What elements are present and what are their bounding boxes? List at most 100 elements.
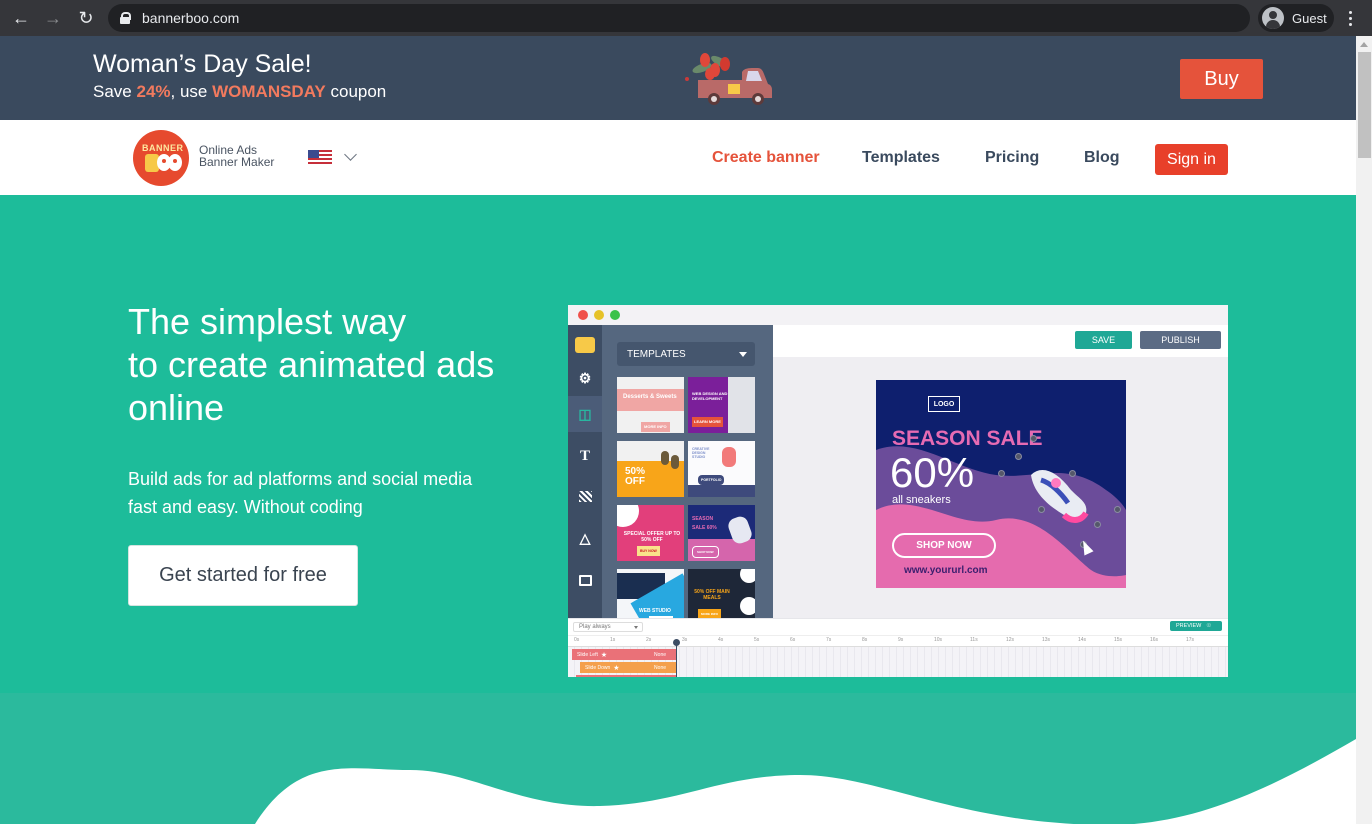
template-thumbnail[interactable]: WEB DESIGN AND DEVELOPMENT LEARN MORE xyxy=(688,377,755,433)
animation-clip[interactable]: Slide Left ★ None xyxy=(572,649,676,660)
promo-subtitle: Save 24%, use WOMANSDAY coupon xyxy=(93,82,386,102)
nav-templates[interactable]: Templates xyxy=(862,149,940,167)
hero-title-line: The simplest way xyxy=(128,301,407,342)
nav-blog[interactable]: Blog xyxy=(1084,149,1120,167)
ad-headline: SEASON SALE xyxy=(892,427,1043,450)
animation-clip[interactable] xyxy=(576,675,676,677)
timeline-tick-label: 6s xyxy=(790,637,796,643)
star-icon: ★ xyxy=(600,651,608,659)
templates-dropdown[interactable]: TEMPLATES xyxy=(617,342,755,366)
timeline-tick-label: 2s xyxy=(646,637,652,643)
star-icon: ★ xyxy=(613,664,620,672)
kebab-menu-icon[interactable] xyxy=(1342,6,1358,30)
transform-handle[interactable] xyxy=(1069,470,1076,477)
editor-tool-rail: ⚙ ◫ T △ xyxy=(568,325,602,618)
animation-clip[interactable]: Slide Down ★ None xyxy=(580,662,676,673)
us-flag-icon[interactable] xyxy=(308,150,332,164)
timeline-tick-label: 3s xyxy=(682,637,688,643)
nav-pricing[interactable]: Pricing xyxy=(985,149,1039,167)
clip-easing: None xyxy=(654,651,666,658)
promo-discount: 24% xyxy=(136,82,171,101)
timeline-playhead[interactable] xyxy=(673,639,680,677)
save-button[interactable]: SAVE xyxy=(1075,331,1132,349)
template-cta: SHOP NOW xyxy=(692,546,719,558)
template-title: SPECIAL OFFER UP TO 50% OFF xyxy=(623,531,681,543)
preview-label: PREVIEW xyxy=(1176,623,1202,629)
scrollbar-thumb[interactable] xyxy=(1358,52,1371,158)
transform-handle[interactable] xyxy=(1030,435,1037,442)
template-title: WEB STUDIO xyxy=(639,608,671,614)
arrow-left-icon: ← xyxy=(12,7,30,28)
timeline-tick-label: 9s xyxy=(898,637,904,643)
canvas-toolbar: SAVE PUBLISH xyxy=(773,325,1228,357)
scroll-up-arrow-icon[interactable] xyxy=(1360,42,1368,47)
mock-window-titlebar xyxy=(568,305,1228,325)
tagline: Online Ads Banner Maker xyxy=(199,144,274,168)
timeline-tick-label: 10s xyxy=(934,637,943,643)
template-cta: LEARN MORE xyxy=(692,417,723,427)
truck-illustration-icon xyxy=(685,53,772,105)
clip-name: Slide Left xyxy=(577,651,598,658)
forward-button[interactable]: → xyxy=(37,2,69,34)
bannerboo-logo[interactable]: BANNER xyxy=(133,130,189,186)
template-thumbnail[interactable]: 50% OFF MAIN MEALS MORE INFO xyxy=(688,569,755,625)
pattern-icon xyxy=(568,476,602,516)
vertical-scrollbar[interactable] xyxy=(1356,36,1372,824)
template-thumbnail[interactable]: CREATIVE DESIGN STUDIO PORTFOLIO xyxy=(688,441,755,497)
transform-handle[interactable] xyxy=(1015,453,1022,460)
url-text: bannerboo.com xyxy=(142,10,240,26)
transform-handle[interactable] xyxy=(1038,506,1045,513)
template-cta: PORTFOLIO xyxy=(698,475,725,485)
promo-coupon: WOMANSDAY xyxy=(212,82,326,101)
clip-name: Slide Down xyxy=(585,664,611,671)
logo-text: BANNER xyxy=(142,143,184,153)
timeline-ruler[interactable]: 0s 1s 2s 3s 4s 5s 6s 7s 8s 9s 10s 11s 12s 13s 14s 15s 16… xyxy=(568,635,1228,647)
ad-logo: LOGO xyxy=(928,396,960,412)
timeline-tick-label: 8s xyxy=(862,637,868,643)
timeline-tick-label: 13s xyxy=(1042,637,1051,643)
wave-divider xyxy=(255,739,1356,824)
template-thumbnail[interactable]: SPECIAL OFFER UP TO 50% OFF BUY NOW xyxy=(617,505,684,561)
timeline-tracks[interactable]: Slide Left ★ None Slide Down ★ None xyxy=(568,647,1228,677)
play-mode-select[interactable]: Play always xyxy=(573,622,643,632)
address-bar[interactable]: bannerboo.com xyxy=(108,4,1250,32)
ad-shop-now-button[interactable]: SHOP NOW xyxy=(892,533,996,558)
transform-handle[interactable] xyxy=(998,470,1005,477)
window-close-dot xyxy=(578,310,588,320)
sign-in-button[interactable]: Sign in xyxy=(1155,144,1228,175)
gear-icon: ⚙ xyxy=(578,369,592,386)
timeline-tick-label: 17s xyxy=(1186,637,1195,643)
banner-ad-preview[interactable]: LOGO SEASON SALE 60% all sneakers SHOP N… xyxy=(876,380,1126,588)
template-thumbnail[interactable]: WEB STUDIO LEARN MORE xyxy=(617,569,684,625)
chevron-down-icon[interactable] xyxy=(344,148,357,161)
shape-icon: △ xyxy=(579,529,591,546)
hero-title: The simplest way to create animated ads … xyxy=(128,300,494,429)
back-button[interactable]: ← xyxy=(5,2,37,34)
templates-panel: TEMPLATES Desserts & Sweets MORE INFO WE… xyxy=(602,325,773,625)
promo-title: Woman’s Day Sale! xyxy=(93,50,312,78)
timeline-tick-label: 15s xyxy=(1114,637,1123,643)
buy-button[interactable]: Buy xyxy=(1180,59,1263,99)
reload-button[interactable]: ↻ xyxy=(70,2,102,34)
profile-button[interactable]: Guest xyxy=(1258,4,1334,32)
play-circle-icon: ☉ xyxy=(1206,623,1212,629)
preview-button[interactable]: PREVIEW ☉ xyxy=(1170,621,1222,631)
transform-handle[interactable] xyxy=(1114,506,1121,513)
text-icon: T xyxy=(579,447,590,464)
template-thumbnail[interactable]: SEASON SALE 60% SHOP NOW xyxy=(688,505,755,561)
promo-banner: Woman’s Day Sale! Save 24%, use WOMANSDA… xyxy=(0,36,1356,120)
template-thumbnail[interactable]: 50% OFF xyxy=(617,441,684,497)
hero-section: The simplest way to create animated ads … xyxy=(0,195,1356,693)
transform-handle[interactable] xyxy=(1094,521,1101,528)
logo-eye xyxy=(168,154,182,171)
template-title: WEB DESIGN AND DEVELOPMENT xyxy=(692,391,728,401)
nav-create-banner[interactable]: Create banner xyxy=(712,149,820,167)
hero-subtitle-line: fast and easy. Without coding xyxy=(128,497,363,517)
promo-text: Save xyxy=(93,82,137,101)
template-thumbnail[interactable]: Desserts & Sweets MORE INFO xyxy=(617,377,684,433)
publish-button[interactable]: PUBLISH xyxy=(1140,331,1221,349)
get-started-button[interactable]: Get started for free xyxy=(128,545,358,606)
template-title: 50% OFF MAIN MEALS xyxy=(694,589,730,601)
ad-url: www.yoururl.com xyxy=(904,565,988,576)
lock-icon xyxy=(120,12,131,24)
